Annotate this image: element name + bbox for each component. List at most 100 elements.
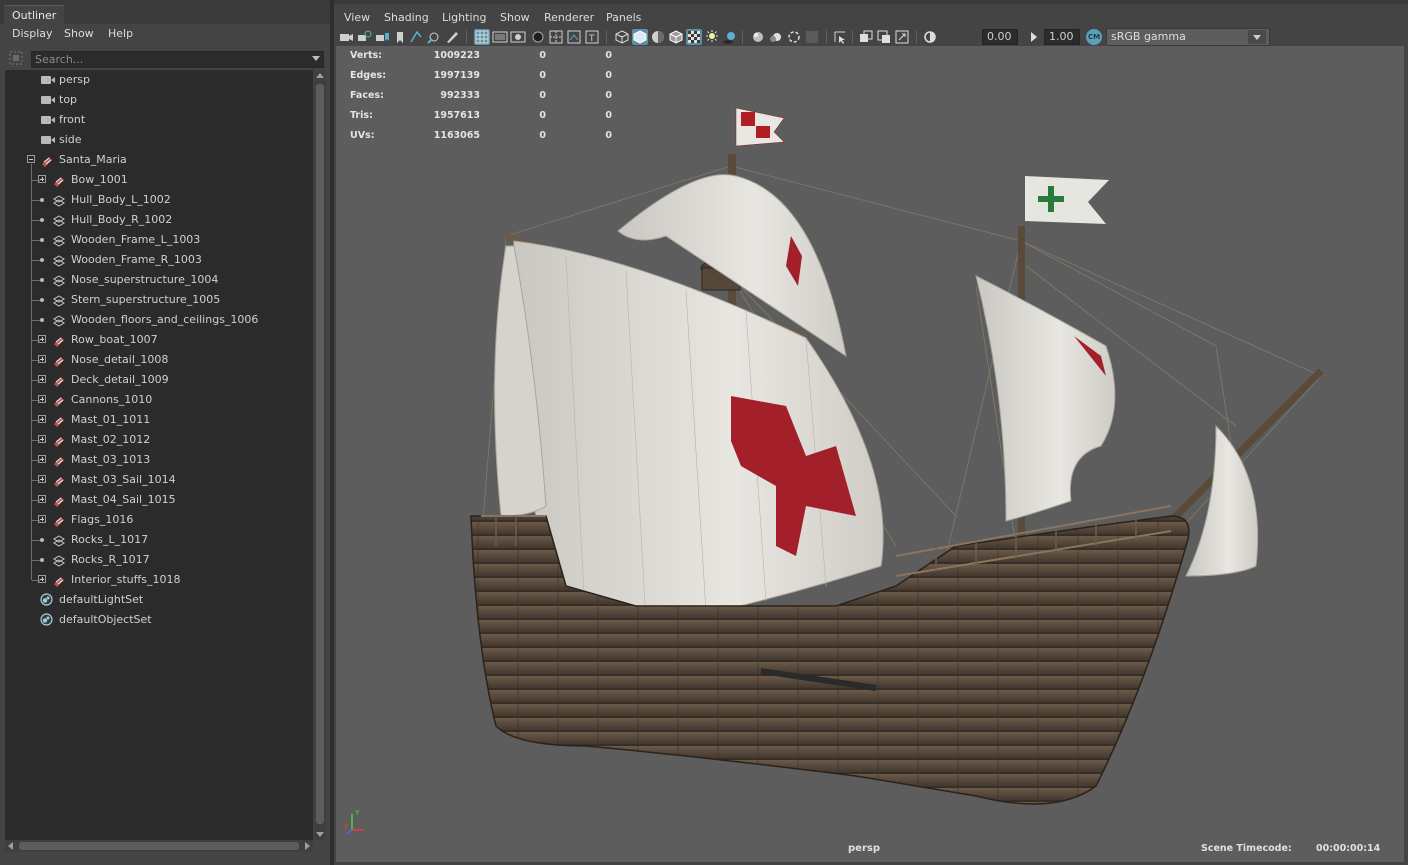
camera-attributes-icon[interactable]	[356, 29, 372, 45]
outliner-camera-persp[interactable]: persp	[5, 70, 313, 90]
collapse-toggle[interactable]	[27, 155, 35, 163]
expand-toggle[interactable]	[38, 375, 46, 383]
film-gate-icon[interactable]	[492, 29, 508, 45]
menu-renderer[interactable]: Renderer	[544, 11, 594, 24]
anti-aliasing-icon[interactable]	[786, 29, 802, 45]
search-field[interactable]	[31, 51, 324, 68]
resolution-gate-icon[interactable]	[510, 29, 526, 45]
vertical-scrollbar[interactable]	[314, 70, 326, 840]
image-plane-icon[interactable]	[408, 29, 424, 45]
expand-toggle[interactable]	[38, 575, 46, 583]
outliner-item[interactable]: Mast_03_1013	[5, 450, 313, 470]
expand-toggle[interactable]	[38, 175, 46, 183]
scroll-right-icon[interactable]	[305, 842, 310, 850]
outliner-item[interactable]: Mast_01_1011	[5, 410, 313, 430]
wireframe-on-shaded-icon[interactable]	[668, 29, 684, 45]
search-input[interactable]	[32, 52, 308, 67]
default-material-icon[interactable]	[650, 29, 666, 45]
safe-title-icon[interactable]: T	[584, 29, 600, 45]
menu-panels[interactable]: Panels	[606, 11, 641, 24]
textured-icon[interactable]	[686, 29, 702, 45]
outliner-item[interactable]: Wooden_Frame_L_1003	[5, 230, 313, 250]
outliner-item[interactable]: Cannons_1010	[5, 390, 313, 410]
outliner-group-santa-maria[interactable]: Santa_Maria	[5, 150, 313, 170]
gamma-field[interactable]: 1.00	[1044, 29, 1080, 45]
chevron-down-icon[interactable]	[1248, 30, 1266, 44]
outliner-camera-front[interactable]: front	[5, 110, 313, 130]
outliner-camera-side[interactable]: side	[5, 130, 313, 150]
horizontal-scrollbar[interactable]	[5, 840, 313, 852]
scroll-up-icon[interactable]	[316, 73, 324, 78]
scroll-thumb[interactable]	[316, 84, 324, 824]
3d-viewport[interactable]: Verts: 1009223 0 0 Edges: 1997139 0 0 Faces: 9923…	[336, 46, 1404, 862]
gamma-icon[interactable]	[1026, 29, 1042, 45]
bookmark-camera-icon[interactable]	[374, 29, 390, 45]
expand-toggle[interactable]	[38, 435, 46, 443]
smooth-shade-icon[interactable]	[632, 29, 648, 45]
screen-space-ao-icon[interactable]	[750, 29, 766, 45]
safe-action-icon[interactable]	[566, 29, 582, 45]
menu-shading[interactable]: Shading	[384, 11, 429, 24]
outliner-item[interactable]: Interior_stuffs_1018	[5, 570, 313, 590]
depth-of-field-icon[interactable]	[804, 29, 820, 45]
color-space-select[interactable]: sRGB gamma	[1106, 28, 1270, 46]
expand-toggle[interactable]	[38, 335, 46, 343]
shadows-icon[interactable]	[722, 29, 738, 45]
grease-pencil-icon[interactable]	[444, 29, 460, 45]
isolate-select-icon[interactable]	[832, 29, 848, 45]
scroll-down-icon[interactable]	[316, 832, 324, 837]
outliner-item[interactable]: Mast_04_Sail_1015	[5, 490, 313, 510]
2d-pan-zoom-icon[interactable]	[426, 29, 442, 45]
chevron-down-icon[interactable]	[312, 56, 320, 61]
menu-show[interactable]: Show	[64, 27, 94, 40]
scroll-thumb-horizontal[interactable]	[19, 842, 299, 850]
ship-model[interactable]	[336, 46, 1404, 862]
gate-mask-icon[interactable]	[530, 29, 546, 45]
motion-blur-icon[interactable]	[768, 29, 784, 45]
outliner-item[interactable]: Nose_detail_1008	[5, 350, 313, 370]
menu-lighting[interactable]: Lighting	[442, 11, 486, 24]
outliner-set-item[interactable]: defaultObjectSet	[5, 610, 313, 630]
expand-toggle[interactable]	[38, 415, 46, 423]
grid-icon[interactable]	[474, 29, 490, 45]
xray-icon[interactable]	[858, 29, 874, 45]
select-camera-icon[interactable]	[338, 29, 354, 45]
outliner-item[interactable]: Stern_superstructure_1005	[5, 290, 313, 310]
filter-icon[interactable]	[8, 50, 24, 66]
field-chart-icon[interactable]	[548, 29, 564, 45]
outliner-item[interactable]: Wooden_Frame_R_1003	[5, 250, 313, 270]
exposure-icon[interactable]	[922, 29, 938, 45]
outliner-item[interactable]: Bow_1001	[5, 170, 313, 190]
expand-toggle[interactable]	[38, 495, 46, 503]
outliner-item[interactable]: Nose_superstructure_1004	[5, 270, 313, 290]
outliner-item[interactable]: Hull_Body_R_1002	[5, 210, 313, 230]
expand-toggle[interactable]	[38, 355, 46, 363]
outliner-item[interactable]: Hull_Body_L_1002	[5, 190, 313, 210]
outliner-item[interactable]: Mast_03_Sail_1014	[5, 470, 313, 490]
outliner-item[interactable]: Deck_detail_1009	[5, 370, 313, 390]
menu-view[interactable]: View	[344, 11, 370, 24]
xray-components-icon[interactable]	[894, 29, 910, 45]
tab-outliner[interactable]: Outliner	[4, 5, 65, 25]
expand-toggle[interactable]	[38, 475, 46, 483]
lighting-icon[interactable]	[704, 29, 720, 45]
outliner-set-item[interactable]: defaultLightSet	[5, 590, 313, 610]
outliner-camera-top[interactable]: top	[5, 90, 313, 110]
expand-toggle[interactable]	[38, 515, 46, 523]
menu-help[interactable]: Help	[108, 27, 133, 40]
outliner-item[interactable]: Mast_02_1012	[5, 430, 313, 450]
color-management-icon[interactable]: CM	[1086, 29, 1102, 45]
outliner-item[interactable]: Flags_1016	[5, 510, 313, 530]
bookmarks-icon[interactable]	[392, 29, 408, 45]
outliner-item[interactable]: Rocks_R_1017	[5, 550, 313, 570]
scroll-left-icon[interactable]	[8, 842, 13, 850]
expand-toggle[interactable]	[38, 395, 46, 403]
menu-show[interactable]: Show	[500, 11, 530, 24]
wireframe-icon[interactable]	[614, 29, 630, 45]
outliner-item[interactable]: Rocks_L_1017	[5, 530, 313, 550]
menu-display[interactable]: Display	[12, 27, 53, 40]
outliner-item[interactable]: Row_boat_1007	[5, 330, 313, 350]
outliner-item[interactable]: Wooden_floors_and_ceilings_1006	[5, 310, 313, 330]
exposure-field[interactable]: 0.00	[982, 29, 1018, 45]
expand-toggle[interactable]	[38, 455, 46, 463]
